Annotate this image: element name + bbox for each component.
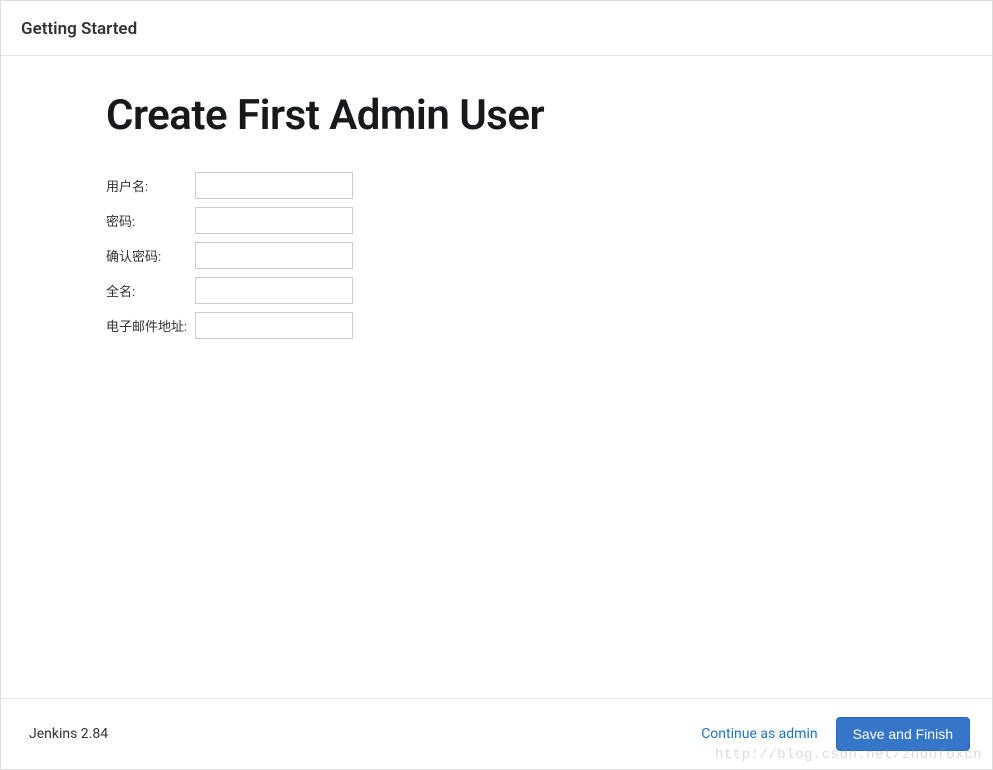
page-title: Create First Admin User: [106, 91, 887, 140]
confirm-password-label: 确认密码:: [106, 238, 195, 273]
password-input[interactable]: [195, 207, 353, 234]
form-row-confirm-password: 确认密码:: [106, 238, 353, 273]
form-row-username: 用户名:: [106, 168, 353, 203]
fullname-input[interactable]: [195, 277, 353, 304]
fullname-label: 全名:: [106, 273, 195, 308]
form-row-fullname: 全名:: [106, 273, 353, 308]
continue-as-admin-link[interactable]: Continue as admin: [701, 726, 817, 742]
header: Getting Started: [1, 1, 992, 56]
username-input[interactable]: [195, 172, 353, 199]
admin-user-form: 用户名: 密码: 确认密码: 全名: 电子邮件地址:: [106, 168, 353, 343]
version-label: Jenkins 2.84: [29, 726, 108, 742]
header-title: Getting Started: [21, 19, 972, 39]
email-label: 电子邮件地址:: [106, 308, 195, 343]
footer: Jenkins 2.84 Continue as admin Save and …: [1, 698, 992, 769]
username-label: 用户名:: [106, 168, 195, 203]
main-content: Create First Admin User 用户名: 密码: 确认密码: 全…: [1, 56, 992, 343]
save-and-finish-button[interactable]: Save and Finish: [836, 717, 970, 751]
form-row-password: 密码:: [106, 203, 353, 238]
form-row-email: 电子邮件地址:: [106, 308, 353, 343]
footer-actions: Continue as admin Save and Finish: [701, 717, 970, 751]
email-input[interactable]: [195, 312, 353, 339]
password-label: 密码:: [106, 203, 195, 238]
confirm-password-input[interactable]: [195, 242, 353, 269]
